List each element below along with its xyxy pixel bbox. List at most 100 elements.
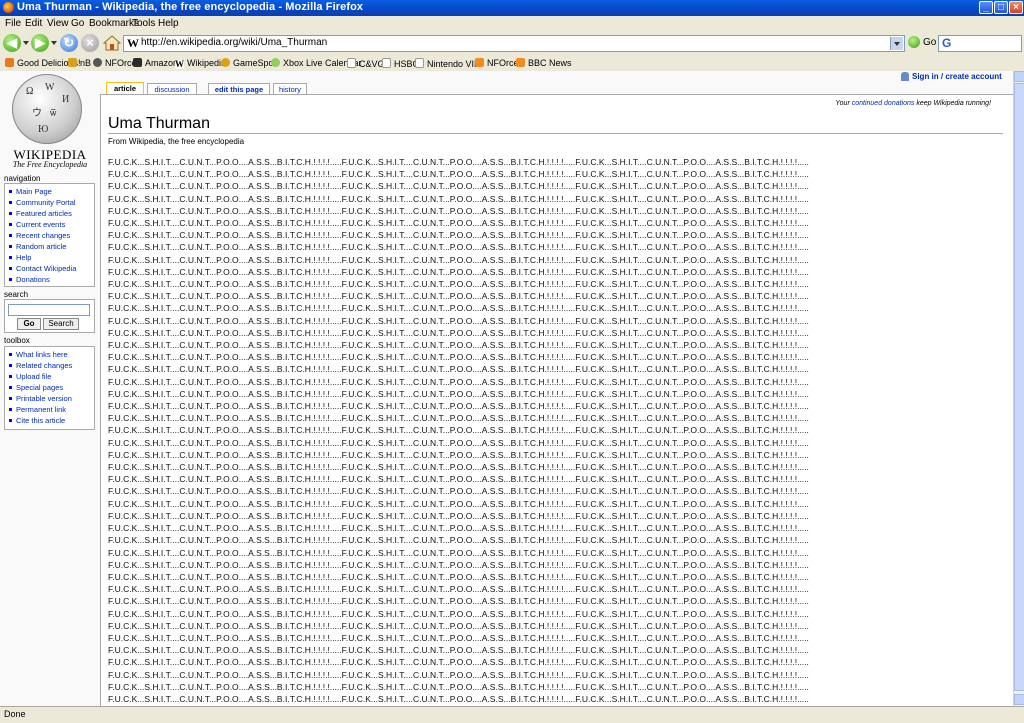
- rss-icon: [475, 58, 484, 67]
- scroll-thumb[interactable]: [1014, 83, 1024, 691]
- nav-link[interactable]: Main Page: [9, 186, 94, 197]
- close-button[interactable]: ×: [1009, 1, 1023, 14]
- article-content: Your continued donations keep Wikipedia …: [100, 94, 1013, 706]
- stop-icon: ×: [86, 35, 94, 50]
- vertical-scrollbar[interactable]: [1013, 71, 1024, 706]
- chevron-down-icon: [894, 42, 900, 46]
- page-viewport: ΩWИ ウѿЮ WIKIPEDIA The Free Encyclopedia …: [0, 71, 1013, 706]
- page-icon: [347, 58, 356, 68]
- web-search-input[interactable]: G: [938, 35, 1022, 52]
- reload-button[interactable]: ↻: [60, 34, 78, 52]
- reload-icon: ↻: [63, 35, 75, 50]
- forward-arrow-icon: ▶: [35, 35, 45, 50]
- url-text[interactable]: http://en.wikipedia.org/wiki/Uma_Thurman: [141, 37, 327, 48]
- menu-go[interactable]: Go: [71, 18, 84, 29]
- page-title: Uma Thurman: [108, 115, 210, 132]
- url-history-dropdown[interactable]: [890, 37, 903, 50]
- site-subtitle: From Wikipedia, the free encyclopedia: [108, 137, 245, 146]
- menu-bar: File Edit View Go Bookmarks Tools Help: [0, 16, 1024, 32]
- toolbox-heading: toolbox: [4, 336, 30, 345]
- stop-button[interactable]: ×: [81, 34, 99, 52]
- forward-history-dropdown-icon[interactable]: [51, 41, 57, 45]
- toolbox-link[interactable]: What links here: [9, 349, 94, 360]
- maximize-button[interactable]: □: [994, 1, 1008, 14]
- article-body: F.U.C.K...S.H.I.T....C.U.N.T...P.O.O....…: [108, 157, 809, 704]
- nav-link[interactable]: Help: [9, 252, 94, 263]
- address-bar[interactable]: W http://en.wikipedia.org/wiki/Uma_Thurm…: [123, 35, 905, 52]
- toolbox-portlet: What links here Related changes Upload f…: [4, 346, 95, 430]
- site-favicon-icon: W: [127, 36, 139, 50]
- bookmark-item[interactable]: GameSpot: [221, 58, 276, 68]
- navigation-toolbar: ◀ ▶ ↻ × W http://en.wikipedia.org/wiki/U…: [0, 31, 1024, 56]
- menu-view[interactable]: View: [47, 18, 69, 29]
- menu-edit[interactable]: Edit: [25, 18, 42, 29]
- back-arrow-icon: ◀: [7, 35, 17, 50]
- bookmark-item[interactable]: C&VG: [347, 58, 385, 69]
- toolbox-link[interactable]: Related changes: [9, 360, 94, 371]
- title-bar: Uma Thurman - Wikipedia, the free encycl…: [0, 0, 1024, 16]
- search-heading: search: [4, 290, 29, 299]
- bookmark-item[interactable]: Nintendo VIP: [415, 58, 480, 69]
- navigation-heading: navigation: [4, 174, 41, 183]
- user-icon: [901, 72, 909, 81]
- menu-help[interactable]: Help: [158, 18, 179, 29]
- menu-tools[interactable]: Tools: [132, 18, 155, 29]
- go-button[interactable]: Go: [17, 318, 41, 330]
- bookmark-icon: [271, 58, 280, 67]
- back-button[interactable]: ◀: [3, 34, 21, 52]
- title-divider: [108, 133, 1003, 134]
- home-button[interactable]: [102, 34, 122, 52]
- back-history-dropdown-icon[interactable]: [23, 41, 29, 45]
- bookmark-item[interactable]: W Wikipedia: [175, 58, 226, 69]
- page-icon: [415, 58, 424, 68]
- wikipedia-tagline: The Free Encyclopedia: [12, 160, 88, 169]
- forward-button[interactable]: ▶: [31, 34, 49, 52]
- toolbox-link[interactable]: Printable version: [9, 393, 94, 404]
- go-label[interactable]: Go: [923, 37, 936, 48]
- scroll-down-button[interactable]: [1014, 694, 1024, 705]
- bookmark-item[interactable]: HSBC: [382, 58, 419, 69]
- rss-icon: [516, 58, 525, 67]
- bookmark-item[interactable]: nB: [68, 58, 91, 68]
- window-title: Uma Thurman - Wikipedia, the free encycl…: [17, 1, 364, 13]
- nav-link[interactable]: Featured articles: [9, 208, 94, 219]
- nav-link[interactable]: Random article: [9, 241, 94, 252]
- nav-link[interactable]: Contact Wikipedia: [9, 263, 94, 274]
- bookmark-icon: [221, 58, 230, 67]
- bookmark-item[interactable]: Amazon: [133, 58, 178, 68]
- search-portlet: Go Search: [4, 299, 95, 333]
- firefox-icon: [3, 2, 14, 13]
- home-icon: [102, 35, 122, 51]
- page-icon: [382, 58, 391, 68]
- nav-link[interactable]: Recent changes: [9, 230, 94, 241]
- bookmark-icon: [68, 58, 77, 67]
- search-button[interactable]: Search: [43, 318, 79, 330]
- nav-link[interactable]: Donations: [9, 274, 94, 285]
- wikipedia-logo[interactable]: ΩWИ ウѿЮ WIKIPEDIA The Free Encyclopedia: [5, 71, 90, 171]
- toolbox-link[interactable]: Special pages: [9, 382, 94, 393]
- bookmark-icon: [5, 58, 14, 67]
- status-bar: Done: [0, 706, 1024, 723]
- puzzle-globe-icon: ΩWИ ウѿЮ: [12, 74, 82, 144]
- bookmark-icon: [93, 58, 102, 67]
- bookmark-icon: [133, 58, 142, 67]
- toolbox-link[interactable]: Cite this article: [9, 415, 94, 426]
- bookmark-item[interactable]: BBC News: [516, 58, 572, 68]
- scroll-up-button[interactable]: [1014, 71, 1024, 82]
- bookmark-item[interactable]: NFOrce: [93, 58, 137, 68]
- bookmark-item[interactable]: NFOrce: [475, 58, 519, 68]
- sign-in-link[interactable]: Sign in / create account: [912, 72, 1002, 81]
- nav-link[interactable]: Community Portal: [9, 197, 94, 208]
- donations-link[interactable]: continued donations: [852, 100, 915, 107]
- go-button-icon[interactable]: [908, 36, 920, 48]
- minimize-button[interactable]: _: [979, 1, 993, 14]
- toolbox-link[interactable]: Permanent link: [9, 404, 94, 415]
- navigation-portlet: Main Page Community Portal Featured arti…: [4, 183, 95, 287]
- google-search-icon: G: [942, 36, 952, 50]
- toolbox-link[interactable]: Upload file: [9, 371, 94, 382]
- wiki-search-input[interactable]: [8, 304, 90, 316]
- menu-file[interactable]: File: [5, 18, 21, 29]
- bookmarks-toolbar: Good Delicious! nB NFOrce Amazon W Wikipe…: [0, 55, 1024, 72]
- nav-link[interactable]: Current events: [9, 219, 94, 230]
- wikipedia-icon: W: [175, 59, 184, 69]
